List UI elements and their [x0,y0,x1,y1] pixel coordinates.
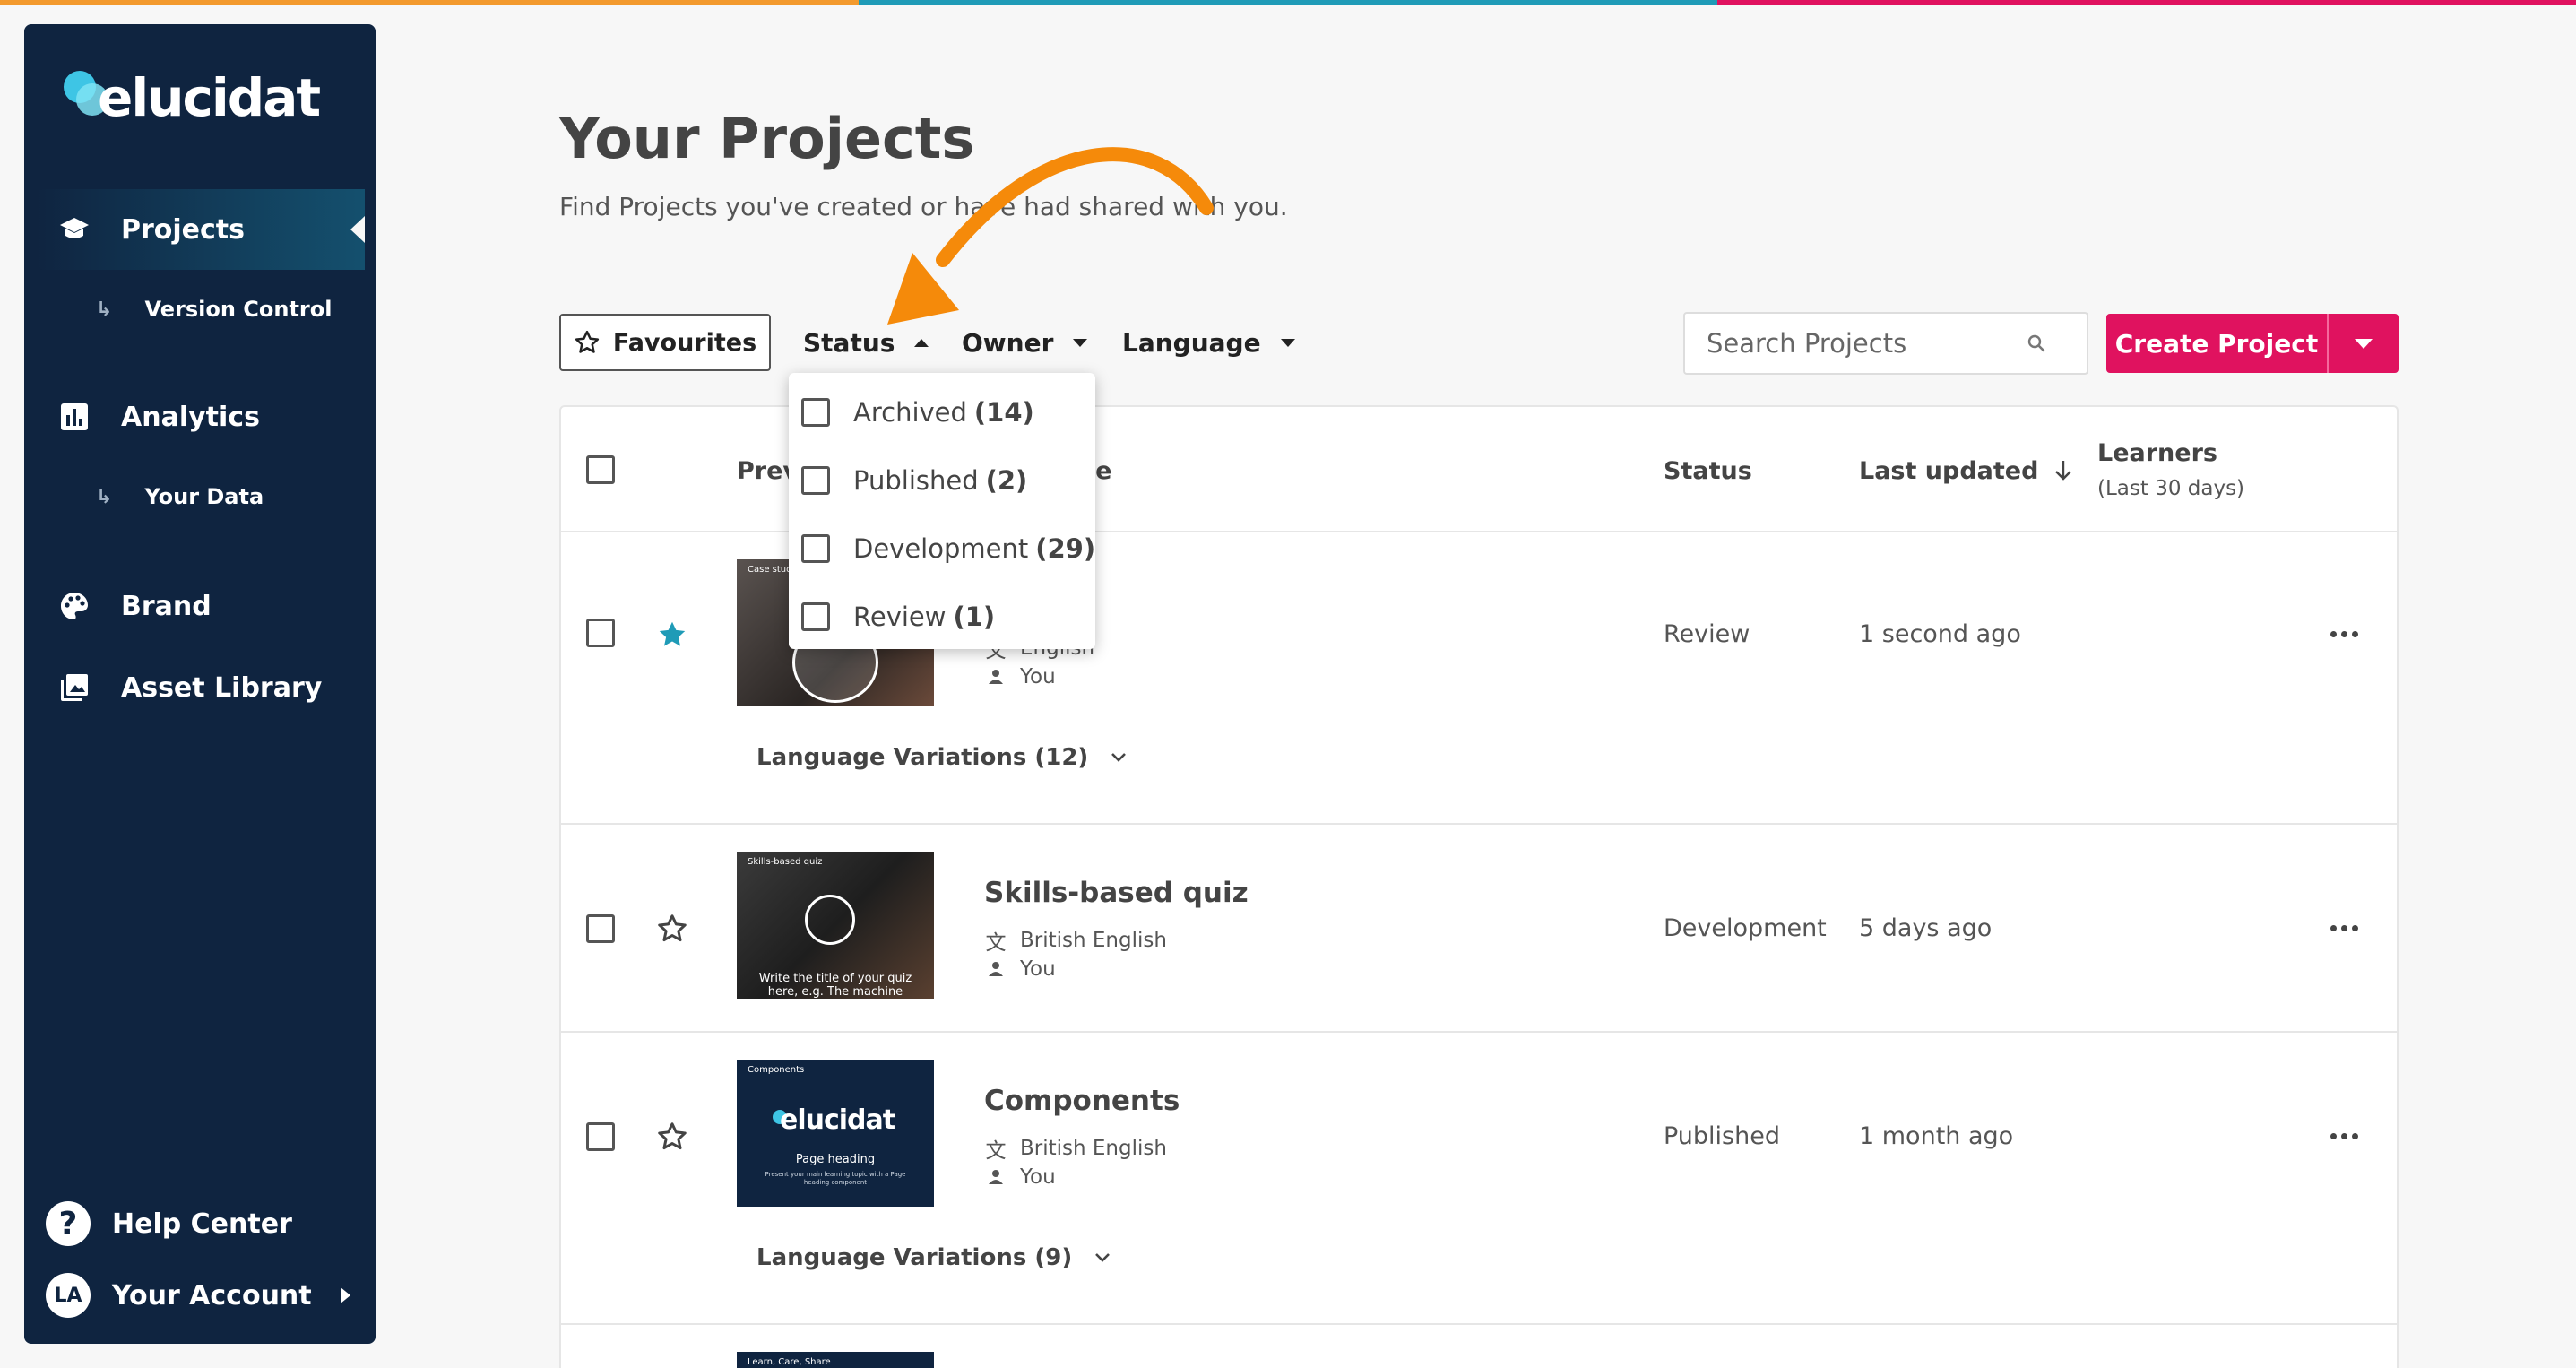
header-learners-sub: (Last 30 days) [2097,477,2245,500]
project-updated: 1 second ago [1859,620,2021,648]
language-filter[interactable]: Language [1122,314,1295,371]
project-name[interactable]: Components [984,1085,1180,1117]
star-filled-icon[interactable] [656,619,688,651]
option-checkbox[interactable] [801,398,830,427]
row-checkbox[interactable] [586,619,615,647]
project-thumbnail[interactable]: Skills-based quiz Write the title of you… [737,852,934,999]
project-owner: You [984,1165,1056,1189]
translate-icon: 文 [985,931,1007,955]
project-language: 文 British English [984,1133,1167,1164]
project-thumbnail[interactable]: Learn, Care, Share [737,1352,934,1368]
translate-icon: 文 [985,1139,1007,1163]
avatar: LA [46,1273,91,1318]
project-owner: You [984,665,1056,688]
top-accent-bar [0,0,2576,5]
caret-down-icon [1280,338,1295,347]
language-variations-toggle[interactable]: Language Variations (9) [756,1244,1111,1271]
palette-icon [58,590,91,622]
elucidat-logo[interactable]: elucidat [44,44,331,134]
sidebar-item-asset-library[interactable]: Asset Library [35,647,365,728]
chevron-down-icon [1095,1253,1111,1262]
option-checkbox[interactable] [801,466,830,495]
page-subtitle: Find Projects you've created or have had… [559,192,1288,221]
header-learners[interactable]: Learners [2097,439,2217,467]
table-row[interactable]: Learn, Care, Share [561,1325,2397,1368]
chevron-right-icon [341,1287,350,1303]
caret-down-icon [1073,338,1088,347]
sidebar-item-analytics[interactable]: Analytics [35,377,365,457]
image-library-icon [58,671,91,704]
option-checkbox[interactable] [801,534,830,563]
arrow-down-icon [2055,461,2071,481]
create-project-dropdown-button[interactable] [2327,314,2399,373]
select-all-checkbox[interactable] [586,455,615,484]
status-option-archived[interactable]: Archived (14) [801,385,1034,439]
more-options-icon[interactable] [2330,925,2358,931]
help-center-link[interactable]: ? Help Center [46,1197,359,1251]
your-account-link[interactable]: LA Your Account [46,1268,359,1322]
project-updated: 1 month ago [1859,1122,2014,1150]
sidebar-item-brand[interactable]: Brand [35,566,365,646]
sidebar-item-projects[interactable]: Projects [35,189,365,270]
search-icon[interactable] [2026,333,2047,354]
owner-filter[interactable]: Owner [962,314,1088,371]
status-option-development[interactable]: Development (29) [801,522,1095,576]
table-row[interactable]: Skills-based quiz Write the title of you… [561,825,2397,1033]
caret-down-icon [2355,338,2373,349]
status-option-review[interactable]: Review (1) [801,590,995,644]
header-status[interactable]: Status [1664,457,1752,485]
header-last-updated[interactable]: Last updated [1859,457,2074,485]
star-outline-icon [575,330,599,353]
create-project-button[interactable]: Create Project [2106,314,2327,373]
language-variations-toggle[interactable]: Language Variations (12) [756,744,1128,771]
search-box [1683,312,2088,375]
project-owner: You [984,957,1056,981]
row-checkbox[interactable] [586,914,615,943]
option-checkbox[interactable] [801,602,830,631]
sidebar-item-version-control[interactable]: ↳ Version Control [35,282,365,336]
star-outline-icon[interactable] [656,1121,688,1153]
status-dropdown-menu: Archived (14) Published (2) Development (29… [789,373,1095,649]
project-status: Review [1664,620,1750,648]
search-input[interactable] [1685,328,2026,359]
status-option-published[interactable]: Published (2) [801,454,1027,507]
sub-arrow-icon: ↳ [96,298,113,321]
more-options-icon[interactable] [2330,631,2358,637]
page-title: Your Projects [559,106,975,171]
project-updated: 5 days ago [1859,914,1993,942]
project-language: 文 British English [984,925,1167,956]
project-status: Development [1664,914,1827,942]
star-outline-icon[interactable] [656,913,688,945]
chevron-down-icon [1111,753,1127,762]
table-row[interactable]: Components elucidat Page heading Present… [561,1033,2397,1325]
sidebar: elucidat Projects ↳ Version Control Anal… [24,24,376,1344]
status-filter[interactable]: Status [803,314,929,371]
person-icon [984,1169,1007,1185]
sidebar-item-your-data[interactable]: ↳ Your Data [35,470,365,524]
bar-chart-icon [58,401,91,433]
row-checkbox[interactable] [586,1122,615,1151]
project-name[interactable]: Skills-based quiz [984,877,1249,909]
project-thumbnail[interactable]: Components elucidat Page heading Present… [737,1060,934,1207]
person-icon [984,669,1007,685]
help-question-icon: ? [46,1201,91,1246]
graduation-cap-icon [58,213,91,246]
favourites-button[interactable]: Favourites [559,314,771,371]
sub-arrow-icon: ↳ [96,485,113,508]
person-icon [984,961,1007,977]
project-status: Published [1664,1122,1780,1150]
more-options-icon[interactable] [2330,1133,2358,1139]
caret-up-icon [914,338,929,347]
